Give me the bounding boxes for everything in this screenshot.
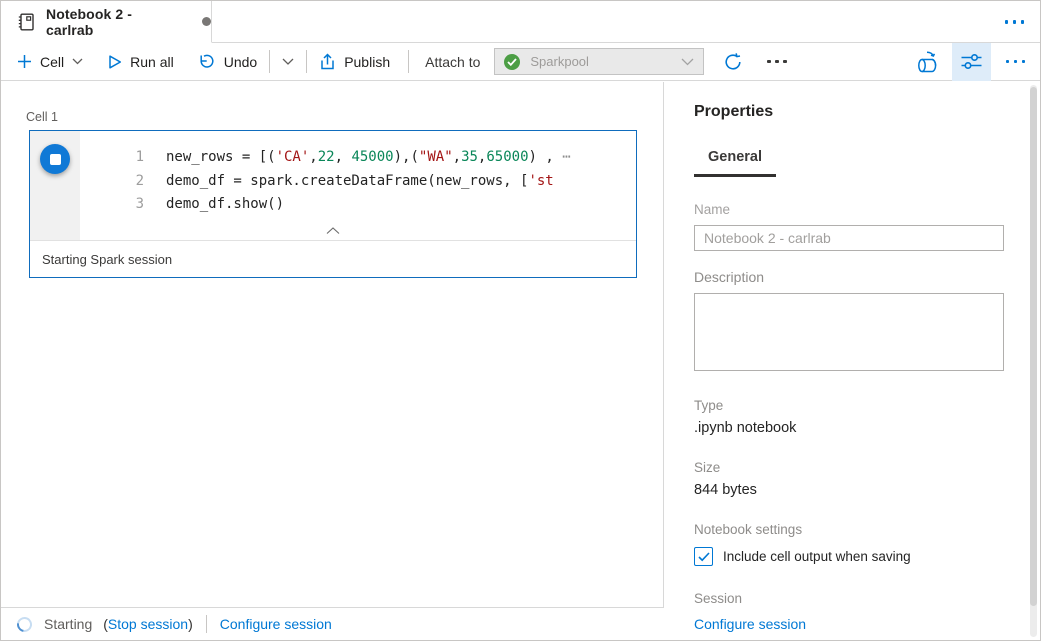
publish-label: Publish xyxy=(344,54,390,70)
code-token: 'st xyxy=(528,173,553,189)
code-cell[interactable]: 1new_rows = [('CA',22, 45000),("WA",35,6… xyxy=(29,130,637,278)
status-bar-divider xyxy=(206,615,207,633)
cell-label: Cell 1 xyxy=(26,110,58,124)
spark-session-icon[interactable] xyxy=(914,50,940,74)
add-icon xyxy=(17,54,32,69)
run-all-button[interactable]: Run all xyxy=(108,54,174,70)
undo-button[interactable]: Undo xyxy=(198,53,257,71)
notebook-settings-label: Notebook settings xyxy=(694,522,1004,537)
toolbar-divider xyxy=(306,50,307,73)
run-icon xyxy=(108,54,122,70)
notebook-toolbar: Cell Run all Undo xyxy=(1,43,1040,81)
attach-to-label: Attach to xyxy=(425,54,480,70)
tab-notebook[interactable]: Notebook 2 - carlrab xyxy=(1,1,212,43)
properties-title: Properties xyxy=(694,103,1004,121)
code-token: 'CA' xyxy=(276,149,310,165)
include-output-row[interactable]: Include cell output when saving xyxy=(694,547,1004,566)
properties-scrollbar[interactable] xyxy=(1030,85,1037,637)
publish-button[interactable]: Publish xyxy=(319,53,390,70)
scrollbar-thumb[interactable] xyxy=(1030,87,1037,606)
code-line[interactable]: 3 demo_df.show() xyxy=(80,193,634,217)
toolbar-right-group xyxy=(914,43,1041,80)
code-token: "WA" xyxy=(419,149,453,165)
cell-status-message: Starting Spark session xyxy=(30,241,636,277)
undo-redo-dropdown-button[interactable] xyxy=(282,58,294,66)
paren-close: ) xyxy=(188,616,193,632)
session-state-label: Starting xyxy=(44,616,92,632)
code-token: ) , xyxy=(529,149,563,165)
line-number: 2 xyxy=(80,170,144,194)
chevron-down-icon xyxy=(282,58,294,66)
spark-pool-select[interactable]: Sparkpool xyxy=(494,48,704,75)
spark-pool-value: Sparkpool xyxy=(530,54,589,69)
type-label: Type xyxy=(694,398,1004,413)
description-field[interactable] xyxy=(694,293,1004,371)
toolbar-more-icon[interactable] xyxy=(767,60,787,64)
session-label: Session xyxy=(694,591,1004,606)
connected-check-icon xyxy=(504,54,520,70)
add-cell-button[interactable]: Cell xyxy=(17,54,83,70)
code-token: demo_df.show() xyxy=(166,196,284,212)
code-token: , xyxy=(453,149,461,165)
code-line[interactable]: 1new_rows = [('CA',22, 45000),("WA",35,6… xyxy=(80,146,634,170)
code-token: new_rows = [( xyxy=(166,149,276,165)
properties-sliders-icon[interactable] xyxy=(952,43,991,81)
description-label: Description xyxy=(694,269,1004,285)
undo-label: Undo xyxy=(224,54,257,70)
code-editor[interactable]: 1new_rows = [('CA',22, 45000),("WA",35,6… xyxy=(30,131,636,241)
line-number: 3 xyxy=(80,193,144,217)
type-value: .ipynb notebook xyxy=(694,420,1004,436)
undo-icon xyxy=(198,53,216,71)
code-token: demo_df = spark.createDataFrame(new_rows… xyxy=(166,173,528,189)
code-token: 65000 xyxy=(486,149,528,165)
notebook-icon xyxy=(16,12,36,32)
code-token: 22 xyxy=(318,149,335,165)
publish-icon xyxy=(319,53,336,70)
toolbar-divider xyxy=(408,50,409,73)
toolbar-right-more-icon[interactable] xyxy=(1006,60,1026,64)
tab-bar: Notebook 2 - carlrab xyxy=(1,1,1040,43)
tab-more-icon[interactable] xyxy=(1005,20,1025,24)
stop-session-link[interactable]: Stop session xyxy=(108,616,188,632)
code-token: , xyxy=(309,149,317,165)
session-status-bar: Starting (Stop session) Configure sessio… xyxy=(1,607,664,640)
configure-session-panel-link[interactable]: Configure session xyxy=(694,616,1004,632)
chevron-down-icon xyxy=(681,58,694,66)
stop-session-group: (Stop session) xyxy=(103,616,193,632)
unsaved-indicator-icon xyxy=(202,17,211,26)
properties-panel: Properties General Name Description Type… xyxy=(665,82,1040,640)
notebook-window: Notebook 2 - carlrab Cell Run all xyxy=(0,0,1041,641)
tab-general[interactable]: General xyxy=(694,149,776,177)
spinner-icon xyxy=(14,614,35,635)
include-output-label: Include cell output when saving xyxy=(723,549,911,564)
code-token: 35 xyxy=(461,149,478,165)
code-token: 45000 xyxy=(351,149,393,165)
configure-session-link[interactable]: Configure session xyxy=(220,616,332,632)
tab-title: Notebook 2 - carlrab xyxy=(46,6,180,38)
chevron-down-icon xyxy=(72,58,83,65)
refresh-icon[interactable] xyxy=(723,52,743,72)
code-token: , xyxy=(335,149,352,165)
code-lines: 1new_rows = [('CA',22, 45000),("WA",35,6… xyxy=(80,146,634,217)
size-value: 844 bytes xyxy=(694,482,1004,498)
collapse-chevron-icon[interactable] xyxy=(326,227,340,235)
stop-icon xyxy=(50,154,61,165)
editor-pane: Cell 1 1new_rows = [('CA',22, 45000),("W… xyxy=(1,82,664,640)
toolbar-divider xyxy=(269,50,270,73)
run-all-label: Run all xyxy=(130,54,174,70)
include-output-checkbox[interactable] xyxy=(694,547,713,566)
code-token: ⋯ xyxy=(562,149,570,165)
size-label: Size xyxy=(694,460,1004,475)
line-number: 1 xyxy=(80,146,144,170)
name-field[interactable] xyxy=(694,225,1004,251)
add-cell-label: Cell xyxy=(40,54,64,70)
stop-execution-button[interactable] xyxy=(40,144,70,174)
code-token: ),( xyxy=(394,149,419,165)
code-line[interactable]: 2 demo_df = spark.createDataFrame(new_row… xyxy=(80,170,634,194)
name-label: Name xyxy=(694,202,1004,217)
